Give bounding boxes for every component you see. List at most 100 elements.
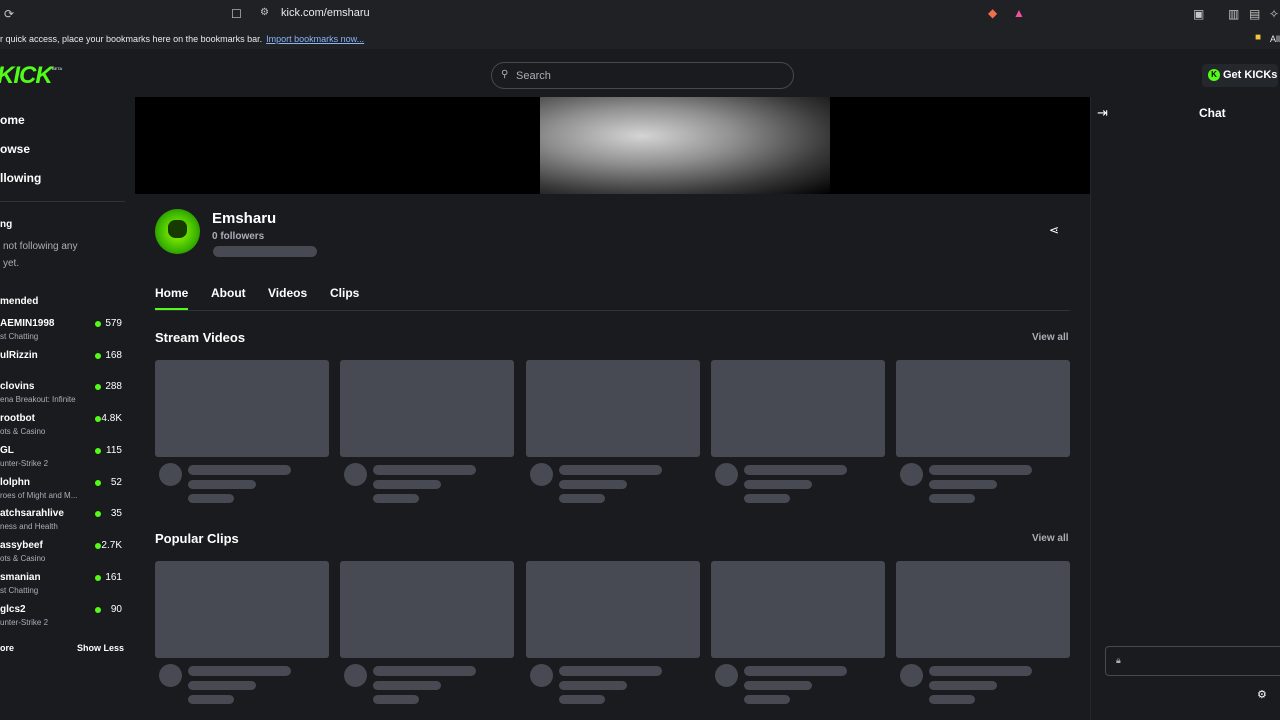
channel-name: smanian: [0, 572, 41, 583]
extensions-icon[interactable]: ✧: [1269, 8, 1279, 20]
show-less-button[interactable]: Show Less: [77, 643, 124, 653]
channel-name: clovins: [0, 381, 35, 392]
active-tab-indicator: [155, 308, 188, 310]
live-dot-icon: [95, 511, 101, 517]
site-settings-icon[interactable]: ⚙: [260, 8, 269, 18]
screenshot-icon[interactable]: ▣: [1193, 8, 1204, 20]
skeleton-bar: [373, 681, 441, 690]
channel-banner: [135, 97, 1090, 194]
browser-toolbar: ⟳ ☐ ⚙ kick.com/emsharu ◆ ▲ ▣ ▥ ▤ ✧: [0, 0, 1280, 29]
viewer-count: 115: [106, 445, 122, 456]
skeleton-bar: [744, 695, 790, 704]
skeleton-thumbnail: [896, 360, 1070, 457]
bookmarks-bar: r quick access, place your bookmarks her…: [0, 29, 1280, 49]
viewer-count: 52: [110, 477, 122, 488]
skeleton-avatar: [900, 463, 923, 486]
bookmark-icon[interactable]: ☐: [231, 8, 242, 20]
chat-settings-icon[interactable]: ⚙: [1257, 688, 1267, 701]
skeleton-bar: [188, 480, 256, 489]
sidebar-item-home[interactable]: ome: [0, 113, 25, 127]
rewards-icon[interactable]: ▲: [1013, 7, 1025, 19]
avatar[interactable]: [155, 209, 200, 254]
live-dot-icon: [95, 321, 101, 327]
kick-logo[interactable]: KICK: [0, 62, 53, 90]
share-icon[interactable]: ⋖: [1049, 223, 1059, 237]
skeleton-bar: [744, 465, 847, 475]
skeleton-avatar: [344, 463, 367, 486]
skeleton-bar: [744, 681, 812, 690]
skeleton-bar: [744, 666, 847, 676]
skeleton-avatar: [159, 463, 182, 486]
import-bookmarks-link[interactable]: Import bookmarks now...: [266, 34, 364, 44]
sidebar-item-following[interactable]: llowing: [0, 171, 41, 185]
skeleton-thumbnail: [526, 561, 700, 658]
viewer-count: 35: [110, 508, 122, 519]
view-all-videos-link[interactable]: View all: [1032, 332, 1069, 343]
skeleton-bar: [373, 494, 419, 503]
channel-name: atchsarahlive: [0, 508, 64, 519]
skeleton-bar: [559, 494, 605, 503]
following-empty-text-2: yet.: [3, 258, 20, 269]
recommended-channel[interactable]: ulRizzin 168: [0, 350, 125, 380]
recommended-heading: mended: [0, 296, 39, 307]
skeleton-bar: [188, 695, 234, 704]
channel-name: assybeef: [0, 540, 43, 551]
all-bookmarks-label[interactable]: All: [1270, 34, 1280, 44]
section-title-popular-clips: Popular Clips: [155, 531, 239, 546]
recommended-channel[interactable]: AEMIN1998 st Chatting 579: [0, 318, 125, 348]
get-kicks-button[interactable]: K Get KICKs: [1202, 64, 1278, 87]
tab-videos[interactable]: Videos: [268, 286, 307, 300]
tab-about[interactable]: About: [211, 286, 246, 300]
recommended-channel[interactable]: lolphn roes of Might and M... 52: [0, 477, 125, 507]
live-dot-icon: [95, 353, 101, 359]
recommended-channel[interactable]: clovins ena Breakout: Infinite 288: [0, 381, 125, 411]
recommended-channel[interactable]: smanian st Chatting 161: [0, 572, 125, 602]
sidebar-item-browse[interactable]: owse: [0, 142, 30, 156]
viewer-count: 4.8K: [101, 413, 122, 424]
channel-name: Emsharu: [212, 210, 277, 227]
skeleton-bar: [373, 480, 441, 489]
folder-icon: ■: [1255, 32, 1262, 43]
skeleton-avatar: [530, 463, 553, 486]
sidebar: ome owse llowing ng not following any ye…: [0, 97, 135, 720]
skeleton-bar: [213, 246, 317, 257]
skeleton-bar: [188, 666, 291, 676]
live-dot-icon: [95, 416, 101, 422]
sidebar-divider: [0, 201, 125, 202]
url-text[interactable]: kick.com/emsharu: [281, 7, 370, 19]
brave-shield-icon[interactable]: ◆: [988, 7, 997, 19]
wallet-icon[interactable]: ▤: [1249, 8, 1260, 20]
skeleton-bar: [373, 465, 476, 475]
reload-icon[interactable]: ⟳: [4, 8, 14, 20]
recommended-channel[interactable]: atchsarahlive ness and Health 35: [0, 508, 125, 538]
viewer-count: 288: [105, 381, 122, 392]
collapse-chat-icon[interactable]: ⇥: [1097, 105, 1108, 121]
live-dot-icon: [95, 480, 101, 486]
recommended-channel[interactable]: rootbot ots & Casino 4.8K: [0, 413, 125, 443]
channel-category: unter-Strike 2: [0, 618, 49, 627]
skeleton-bar: [559, 480, 627, 489]
live-dot-icon: [95, 384, 101, 390]
live-dot-icon: [95, 607, 101, 613]
channel-name: ulRizzin: [0, 350, 38, 361]
follower-count: 0 followers: [212, 231, 265, 242]
skeleton-bar: [929, 681, 997, 690]
show-more-button[interactable]: ore: [0, 643, 14, 653]
section-title-stream-videos: Stream Videos: [155, 330, 246, 345]
recommended-channel[interactable]: GL unter-Strike 2 115: [0, 445, 125, 475]
beta-badge: BETA: [52, 66, 63, 71]
skeleton-thumbnail: [896, 561, 1070, 658]
skeleton-avatar: [344, 664, 367, 687]
recommended-channel[interactable]: glcs2 unter-Strike 2 90: [0, 604, 125, 634]
recommended-channel[interactable]: assybeef ots & Casino 2.7K: [0, 540, 125, 570]
chat-input[interactable]: [1105, 646, 1280, 676]
channel-name: AEMIN1998: [0, 318, 55, 329]
view-all-clips-link[interactable]: View all: [1032, 533, 1069, 544]
sidebar-toggle-icon[interactable]: ▥: [1228, 8, 1239, 20]
tab-home[interactable]: Home: [155, 286, 188, 300]
viewer-count: 161: [105, 572, 122, 583]
skeleton-bar: [559, 666, 662, 676]
tab-divider: [155, 310, 1070, 311]
skeleton-thumbnail: [526, 360, 700, 457]
tab-clips[interactable]: Clips: [330, 286, 359, 300]
